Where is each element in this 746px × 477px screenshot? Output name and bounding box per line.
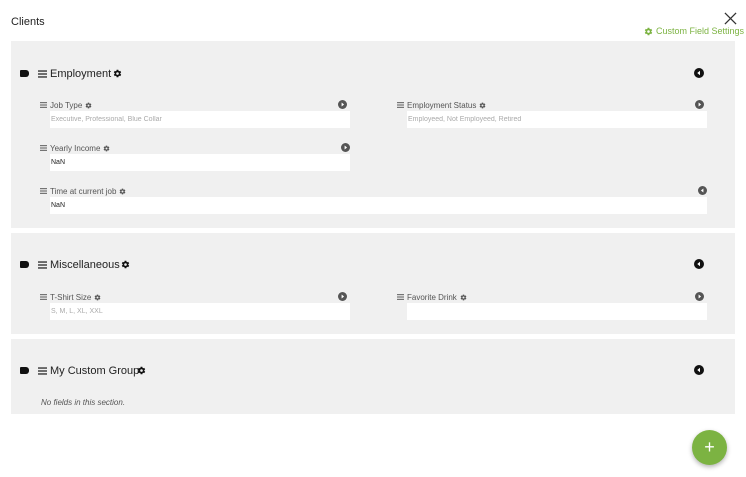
custom-field-settings-label: Custom Field Settings xyxy=(656,26,745,36)
menu-icon[interactable] xyxy=(38,367,47,375)
field-label: Favorite Drink xyxy=(407,292,457,302)
circle-arrow-icon[interactable] xyxy=(695,292,704,301)
empty-section-message: No fields in this section. xyxy=(41,398,126,407)
gear-icon[interactable] xyxy=(460,294,467,301)
add-button[interactable]: + xyxy=(692,430,727,465)
menu-icon[interactable] xyxy=(397,294,404,300)
gear-icon[interactable] xyxy=(479,102,486,109)
menu-icon[interactable] xyxy=(397,102,404,108)
gear-icon[interactable] xyxy=(119,188,126,195)
section-employment: Employment Job Type Employment Status Ye… xyxy=(11,41,735,228)
gear-icon[interactable] xyxy=(94,294,101,301)
job-type-input[interactable] xyxy=(50,111,350,128)
page-title: Clients xyxy=(11,16,45,28)
gear-icon xyxy=(644,27,653,36)
close-icon[interactable] xyxy=(724,12,737,25)
circle-arrow-icon[interactable] xyxy=(341,143,350,152)
circle-arrow-icon[interactable] xyxy=(694,259,704,269)
section-title: My Custom Group xyxy=(50,365,140,377)
menu-icon[interactable] xyxy=(40,294,47,300)
menu-icon[interactable] xyxy=(40,145,47,151)
field-label: Job Type xyxy=(50,100,83,110)
field-label: Employment Status xyxy=(407,100,477,110)
section-my-custom-group: My Custom Group No fields in this sectio… xyxy=(11,339,735,414)
t-shirt-size-input[interactable] xyxy=(50,303,350,320)
circle-arrow-icon[interactable] xyxy=(694,365,704,375)
tag-icon[interactable] xyxy=(20,367,29,374)
gear-icon[interactable] xyxy=(85,102,92,109)
menu-icon[interactable] xyxy=(40,188,47,194)
field-label: Yearly Income xyxy=(50,143,101,153)
field-label: Time at current job xyxy=(50,186,117,196)
circle-arrow-icon[interactable] xyxy=(694,68,704,78)
section-title: Employment xyxy=(50,68,112,80)
gear-icon[interactable] xyxy=(113,69,122,78)
circle-arrow-icon[interactable] xyxy=(695,100,704,109)
circle-arrow-icon[interactable] xyxy=(338,292,347,301)
custom-field-settings-link[interactable]: Custom Field Settings xyxy=(644,26,744,36)
time-at-current-job-input[interactable] xyxy=(50,197,707,214)
field-label: T-Shirt Size xyxy=(50,292,92,302)
gear-icon[interactable] xyxy=(137,366,146,375)
menu-icon[interactable] xyxy=(40,102,47,108)
menu-icon[interactable] xyxy=(38,70,47,78)
section-title: Miscellaneous xyxy=(50,259,120,271)
employment-status-input[interactable] xyxy=(407,111,707,128)
circle-arrow-icon[interactable] xyxy=(338,100,347,109)
circle-arrow-icon[interactable] xyxy=(698,186,707,195)
section-miscellaneous: Miscellaneous T-Shirt Size Favorite Drin… xyxy=(11,233,735,334)
gear-icon[interactable] xyxy=(103,145,110,152)
favorite-drink-input[interactable] xyxy=(407,303,707,320)
tag-icon[interactable] xyxy=(20,261,29,268)
yearly-income-input[interactable] xyxy=(50,154,350,171)
menu-icon[interactable] xyxy=(38,261,47,269)
tag-icon[interactable] xyxy=(20,70,29,77)
gear-icon[interactable] xyxy=(121,260,130,269)
